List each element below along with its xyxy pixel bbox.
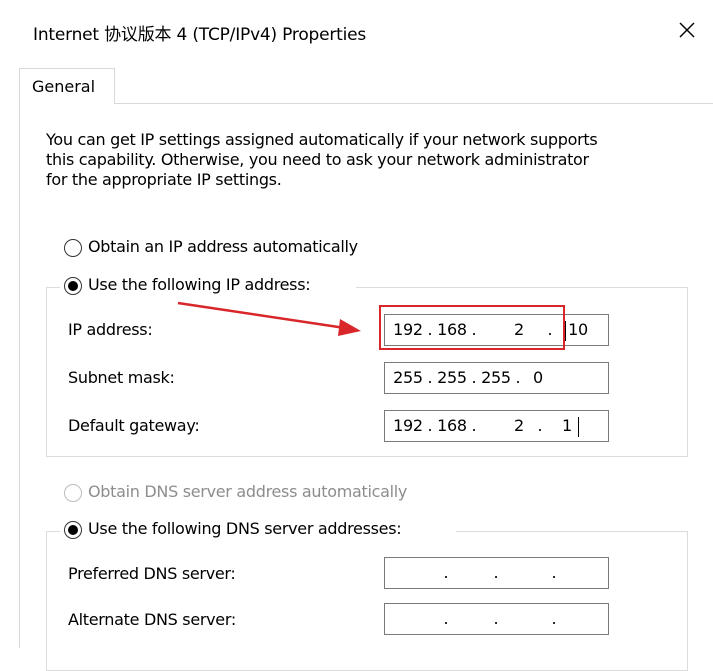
ip-octet: 168 [437, 416, 467, 435]
ip-octet: 1 [562, 416, 572, 435]
use-following-ip-label: Use the following IP address: [88, 275, 311, 294]
preferred-dns-field[interactable]: . . . [384, 557, 609, 589]
ip-address-label: IP address: [68, 320, 153, 339]
tab-general[interactable]: General [19, 68, 115, 104]
description-text: You can get IP settings assigned automat… [46, 130, 686, 190]
use-following-dns-label: Use the following DNS server addresses: [88, 519, 402, 538]
alternate-dns-field[interactable]: . . . [384, 603, 609, 635]
ip-highlight-box [379, 305, 565, 350]
preferred-dns-label: Preferred DNS server: [68, 564, 236, 583]
annotation-arrow-icon [177, 301, 361, 336]
ip-octet: 255 [437, 368, 467, 387]
tab-general-label: General [32, 77, 96, 96]
alternate-dns-label: Alternate DNS server: [68, 610, 236, 629]
default-gateway-label: Default gateway: [68, 416, 200, 435]
ip-octet: 255 [481, 368, 511, 387]
dns-settings-group [46, 531, 688, 671]
subnet-mask-label: Subnet mask: [68, 368, 175, 387]
obtain-ip-auto-radio[interactable] [64, 239, 82, 257]
window-title: Internet 协议版本 4 (TCP/IPv4) Properties [33, 25, 367, 45]
use-following-dns-radio[interactable] [64, 521, 82, 539]
description-line: for the appropriate IP settings. [46, 170, 282, 189]
close-icon[interactable] [675, 18, 699, 42]
subnet-mask-field[interactable]: 255 . 255 . 255 . 0 [384, 362, 609, 394]
ip-octet: 10 [568, 320, 588, 339]
default-gateway-field[interactable]: 192 . 168 . 2 . 1 [384, 410, 609, 442]
ip-octet: 255 [393, 368, 423, 387]
description-line: You can get IP settings assigned automat… [46, 130, 598, 149]
obtain-dns-auto-radio[interactable] [64, 484, 82, 502]
obtain-ip-auto-label: Obtain an IP address automatically [88, 237, 358, 256]
description-line: this capability. Otherwise, you need to … [46, 150, 589, 169]
title-bar: Internet 协议版本 4 (TCP/IPv4) Properties [0, 0, 713, 62]
use-following-ip-radio[interactable] [64, 277, 82, 295]
ip-octet: 0 [533, 368, 543, 387]
text-caret [578, 417, 579, 437]
ip-octet: 2 [514, 416, 524, 435]
obtain-dns-auto-label: Obtain DNS server address automatically [88, 482, 408, 501]
ip-octet: 192 [393, 416, 423, 435]
